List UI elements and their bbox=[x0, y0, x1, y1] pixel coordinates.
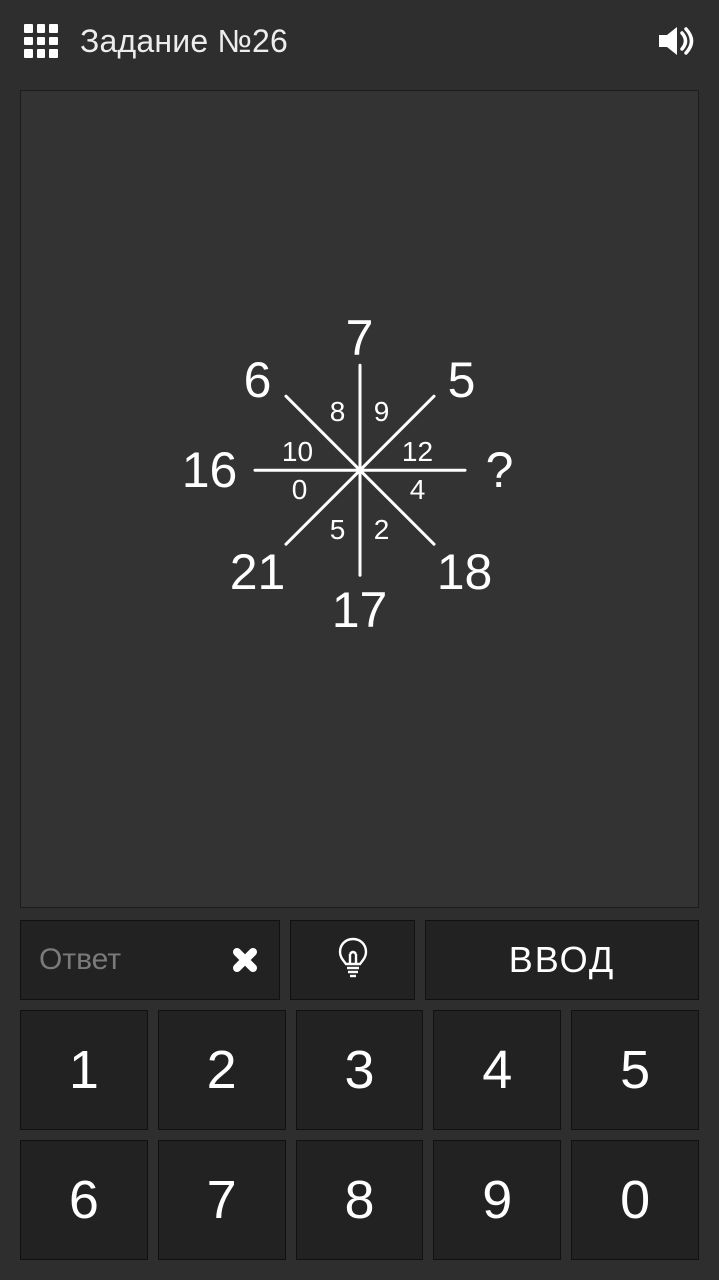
numeric-keypad: 1 2 3 4 5 6 7 8 9 0 bbox=[0, 1010, 719, 1280]
key-1[interactable]: 1 bbox=[20, 1010, 148, 1130]
answer-input[interactable]: Ответ bbox=[20, 920, 280, 1000]
input-row: Ответ ВВОД bbox=[0, 908, 719, 1010]
inner-nr: 9 bbox=[374, 396, 390, 428]
outer-n: 7 bbox=[346, 309, 374, 367]
inner-wu: 10 bbox=[282, 436, 313, 468]
outer-nw: 6 bbox=[244, 351, 272, 409]
outer-sw: 21 bbox=[230, 543, 286, 601]
outer-s: 17 bbox=[332, 581, 388, 639]
menu-grid-icon[interactable] bbox=[24, 24, 58, 58]
enter-button[interactable]: ВВОД bbox=[425, 920, 699, 1000]
key-6[interactable]: 6 bbox=[20, 1140, 148, 1260]
outer-ne: 5 bbox=[448, 351, 476, 409]
key-9[interactable]: 9 bbox=[433, 1140, 561, 1260]
page-title: Задание №26 bbox=[80, 23, 659, 60]
puzzle-diagram: 7 5 ? 18 17 21 16 6 8 9 12 4 2 5 0 10 bbox=[180, 290, 540, 650]
lightbulb-icon bbox=[336, 936, 370, 985]
key-5[interactable]: 5 bbox=[571, 1010, 699, 1130]
key-8[interactable]: 8 bbox=[296, 1140, 424, 1260]
header-bar: Задание №26 bbox=[0, 0, 719, 82]
outer-e: ? bbox=[486, 441, 514, 499]
key-4[interactable]: 4 bbox=[433, 1010, 561, 1130]
inner-nl: 8 bbox=[330, 396, 346, 428]
answer-placeholder: Ответ bbox=[39, 943, 121, 977]
key-3[interactable]: 3 bbox=[296, 1010, 424, 1130]
inner-ed: 4 bbox=[410, 474, 426, 506]
key-2[interactable]: 2 bbox=[158, 1010, 286, 1130]
outer-se: 18 bbox=[437, 543, 493, 601]
outer-w: 16 bbox=[182, 441, 238, 499]
inner-eu: 12 bbox=[402, 436, 433, 468]
key-0[interactable]: 0 bbox=[571, 1140, 699, 1260]
inner-sr: 2 bbox=[374, 514, 390, 546]
key-7[interactable]: 7 bbox=[158, 1140, 286, 1260]
enter-label: ВВОД bbox=[509, 939, 615, 981]
inner-sl: 5 bbox=[330, 514, 346, 546]
sound-icon[interactable] bbox=[659, 25, 695, 57]
puzzle-area: 7 5 ? 18 17 21 16 6 8 9 12 4 2 5 0 10 bbox=[20, 90, 699, 908]
clear-icon[interactable] bbox=[229, 944, 261, 976]
inner-wd: 0 bbox=[292, 474, 308, 506]
hint-button[interactable] bbox=[290, 920, 415, 1000]
